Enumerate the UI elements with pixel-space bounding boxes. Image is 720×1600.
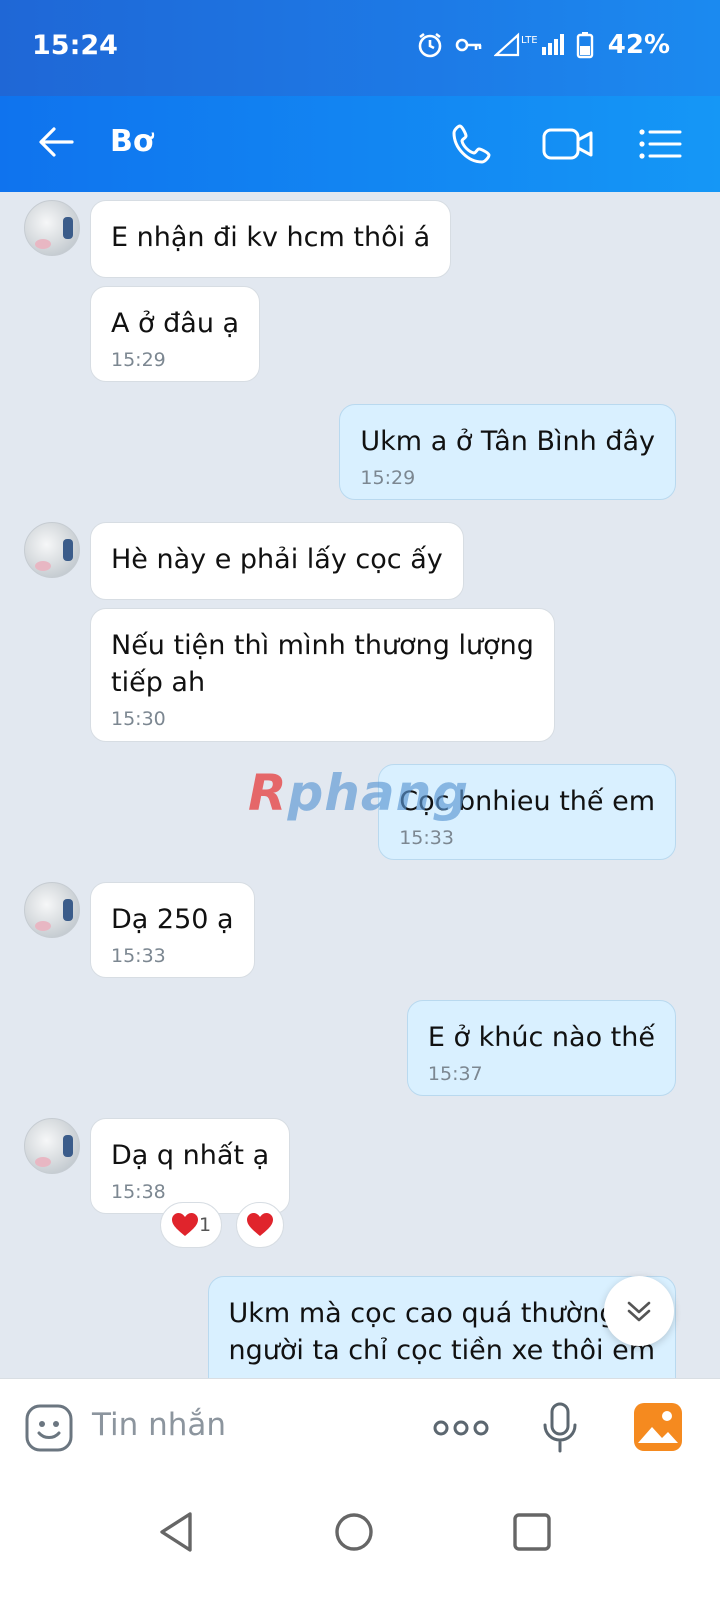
message-bubble-incoming[interactable]: Nếu tiện thì mình thương lượng tiếp ah 1… <box>90 608 555 742</box>
message-bubble-outgoing[interactable]: E ở khúc nào thế 15:37 <box>406 1000 676 1096</box>
message-text: A ở đâu ạ <box>111 308 240 339</box>
message-text: Ukm mà cọc cao quá thường người ta chỉ c… <box>228 1298 655 1366</box>
scroll-to-bottom-button[interactable] <box>604 1276 674 1346</box>
message-text: Dạ q nhất ạ <box>111 1140 270 1171</box>
reaction-count-badge[interactable]: 1 <box>160 1202 222 1248</box>
contact-name[interactable]: Bơ <box>110 124 153 159</box>
contact-avatar[interactable] <box>24 522 80 578</box>
message-text: Hè này e phải lấy cọc ấy <box>111 544 443 575</box>
message-input-bar: Tin nhắn <box>0 1378 720 1478</box>
message-bubble-outgoing[interactable]: Ukm a ở Tân Bình đây 15:29 <box>339 404 676 500</box>
battery-icon <box>576 32 593 59</box>
status-bar: 15:24 LTE 42% <box>0 0 720 96</box>
message-text: Nếu tiện thì mình thương lượng tiếp ah <box>111 630 534 698</box>
message-bubble-incoming[interactable]: Hè này e phải lấy cọc ấy <box>90 522 464 600</box>
nav-recents-icon[interactable] <box>508 1508 556 1556</box>
message-time: 15:33 <box>111 945 166 967</box>
phone-call-icon[interactable] <box>446 118 498 170</box>
message-bubble-incoming[interactable]: E nhận đi kv hcm thôi á <box>90 200 452 278</box>
alarm-icon <box>418 32 442 58</box>
back-arrow-icon[interactable] <box>34 120 78 164</box>
message-bubble-incoming[interactable]: Dạ 250 ạ 15:33 <box>90 882 255 978</box>
heart-icon <box>247 1213 273 1236</box>
signal-lte-icon: LTE <box>493 32 564 57</box>
nav-back-icon[interactable] <box>152 1508 200 1556</box>
message-text: E ở khúc nào thế <box>427 1022 655 1053</box>
message-input[interactable]: Tin nhắn <box>92 1407 226 1443</box>
message-time: 15:33 <box>399 827 454 849</box>
add-reaction-button[interactable] <box>236 1202 284 1248</box>
contact-avatar[interactable] <box>24 1118 80 1174</box>
vpn-key-icon <box>455 38 482 52</box>
battery-percent: 42% <box>607 30 670 60</box>
message-time: 15:29 <box>111 349 166 371</box>
message-time: 15:30 <box>111 708 166 730</box>
status-time: 15:24 <box>32 30 118 61</box>
message-bubble-incoming[interactable]: Dạ q nhất ạ 15:38 <box>90 1118 291 1214</box>
contact-avatar[interactable] <box>24 882 80 938</box>
watermark-logo: Rphang <box>248 764 470 822</box>
svg-text:LTE: LTE <box>521 35 538 46</box>
nav-home-icon[interactable] <box>330 1508 378 1556</box>
system-navigation-bar <box>0 1478 720 1600</box>
message-time: 15:29 <box>360 467 416 489</box>
message-time: 15:38 <box>111 1181 166 1203</box>
video-call-icon[interactable] <box>540 118 596 170</box>
status-icons: LTE 42% <box>416 30 670 60</box>
message-text: Ukm a ở Tân Bình đây <box>360 426 655 457</box>
menu-list-icon[interactable] <box>636 118 684 170</box>
contact-avatar[interactable] <box>24 200 80 256</box>
message-text: Dạ 250 ạ <box>111 904 234 935</box>
reaction-count: 1 <box>198 1214 212 1236</box>
message-bubble-incoming[interactable]: A ở đâu ạ 15:29 <box>90 286 261 382</box>
more-options-icon[interactable] <box>432 1413 490 1443</box>
chat-header: Bơ <box>0 96 720 192</box>
message-text: E nhận đi kv hcm thôi á <box>111 222 431 253</box>
gallery-image-icon[interactable] <box>632 1401 684 1453</box>
double-chevron-down-icon <box>627 1301 651 1322</box>
sticker-emoji-icon[interactable] <box>24 1403 74 1453</box>
microphone-icon[interactable] <box>540 1401 580 1455</box>
message-list[interactable]: E nhận đi kv hcm thôi á A ở đâu ạ 15:29 … <box>0 192 720 1408</box>
message-time: 15:37 <box>427 1063 483 1085</box>
heart-icon <box>171 1213 198 1236</box>
